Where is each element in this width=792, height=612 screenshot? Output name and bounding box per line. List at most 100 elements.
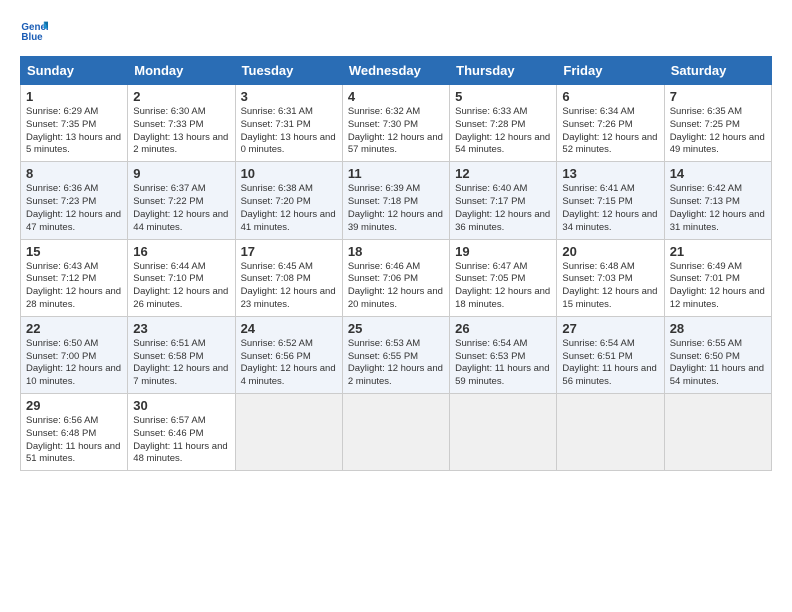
header-sunday: Sunday	[21, 57, 128, 85]
day-cell: 17 Sunrise: 6:45 AMSunset: 7:08 PMDaylig…	[235, 239, 342, 316]
day-info: Sunrise: 6:52 AMSunset: 6:56 PMDaylight:…	[241, 338, 336, 387]
header-friday: Friday	[557, 57, 664, 85]
day-cell: 22 Sunrise: 6:50 AMSunset: 7:00 PMDaylig…	[21, 316, 128, 393]
day-cell: 7 Sunrise: 6:35 AMSunset: 7:25 PMDayligh…	[664, 85, 771, 162]
day-info: Sunrise: 6:43 AMSunset: 7:12 PMDaylight:…	[26, 261, 121, 310]
day-number: 14	[670, 166, 766, 181]
day-info: Sunrise: 6:36 AMSunset: 7:23 PMDaylight:…	[26, 183, 121, 232]
day-number: 6	[562, 89, 658, 104]
day-cell	[235, 394, 342, 471]
day-info: Sunrise: 6:46 AMSunset: 7:06 PMDaylight:…	[348, 261, 443, 310]
header-monday: Monday	[128, 57, 235, 85]
header-tuesday: Tuesday	[235, 57, 342, 85]
logo: General Blue	[20, 16, 54, 44]
day-cell: 23 Sunrise: 6:51 AMSunset: 6:58 PMDaylig…	[128, 316, 235, 393]
day-cell: 13 Sunrise: 6:41 AMSunset: 7:15 PMDaylig…	[557, 162, 664, 239]
day-info: Sunrise: 6:35 AMSunset: 7:25 PMDaylight:…	[670, 106, 765, 155]
week-row-2: 8 Sunrise: 6:36 AMSunset: 7:23 PMDayligh…	[21, 162, 772, 239]
day-number: 25	[348, 321, 444, 336]
day-number: 26	[455, 321, 551, 336]
day-info: Sunrise: 6:31 AMSunset: 7:31 PMDaylight:…	[241, 106, 336, 155]
day-number: 29	[26, 398, 122, 413]
header-row: SundayMondayTuesdayWednesdayThursdayFrid…	[21, 57, 772, 85]
day-number: 30	[133, 398, 229, 413]
day-number: 22	[26, 321, 122, 336]
day-info: Sunrise: 6:34 AMSunset: 7:26 PMDaylight:…	[562, 106, 657, 155]
page-header: General Blue	[20, 16, 772, 44]
day-number: 19	[455, 244, 551, 259]
svg-text:Blue: Blue	[21, 32, 43, 43]
header-wednesday: Wednesday	[342, 57, 449, 85]
day-cell: 28 Sunrise: 6:55 AMSunset: 6:50 PMDaylig…	[664, 316, 771, 393]
day-number: 1	[26, 89, 122, 104]
day-info: Sunrise: 6:41 AMSunset: 7:15 PMDaylight:…	[562, 183, 657, 232]
day-info: Sunrise: 6:51 AMSunset: 6:58 PMDaylight:…	[133, 338, 228, 387]
day-number: 9	[133, 166, 229, 181]
day-info: Sunrise: 6:54 AMSunset: 6:53 PMDaylight:…	[455, 338, 549, 387]
week-row-1: 1 Sunrise: 6:29 AMSunset: 7:35 PMDayligh…	[21, 85, 772, 162]
day-info: Sunrise: 6:54 AMSunset: 6:51 PMDaylight:…	[562, 338, 656, 387]
day-info: Sunrise: 6:32 AMSunset: 7:30 PMDaylight:…	[348, 106, 443, 155]
day-cell: 16 Sunrise: 6:44 AMSunset: 7:10 PMDaylig…	[128, 239, 235, 316]
day-number: 20	[562, 244, 658, 259]
day-cell: 2 Sunrise: 6:30 AMSunset: 7:33 PMDayligh…	[128, 85, 235, 162]
day-info: Sunrise: 6:48 AMSunset: 7:03 PMDaylight:…	[562, 261, 657, 310]
day-cell: 25 Sunrise: 6:53 AMSunset: 6:55 PMDaylig…	[342, 316, 449, 393]
calendar-table: SundayMondayTuesdayWednesdayThursdayFrid…	[20, 56, 772, 471]
day-info: Sunrise: 6:40 AMSunset: 7:17 PMDaylight:…	[455, 183, 550, 232]
day-cell: 5 Sunrise: 6:33 AMSunset: 7:28 PMDayligh…	[450, 85, 557, 162]
day-cell	[557, 394, 664, 471]
week-row-5: 29 Sunrise: 6:56 AMSunset: 6:48 PMDaylig…	[21, 394, 772, 471]
logo-icon: General Blue	[20, 16, 48, 44]
day-cell: 27 Sunrise: 6:54 AMSunset: 6:51 PMDaylig…	[557, 316, 664, 393]
day-number: 15	[26, 244, 122, 259]
day-number: 13	[562, 166, 658, 181]
header-thursday: Thursday	[450, 57, 557, 85]
day-cell: 26 Sunrise: 6:54 AMSunset: 6:53 PMDaylig…	[450, 316, 557, 393]
day-number: 18	[348, 244, 444, 259]
day-info: Sunrise: 6:47 AMSunset: 7:05 PMDaylight:…	[455, 261, 550, 310]
day-number: 28	[670, 321, 766, 336]
day-info: Sunrise: 6:45 AMSunset: 7:08 PMDaylight:…	[241, 261, 336, 310]
day-cell: 15 Sunrise: 6:43 AMSunset: 7:12 PMDaylig…	[21, 239, 128, 316]
day-number: 16	[133, 244, 229, 259]
day-cell: 3 Sunrise: 6:31 AMSunset: 7:31 PMDayligh…	[235, 85, 342, 162]
day-info: Sunrise: 6:39 AMSunset: 7:18 PMDaylight:…	[348, 183, 443, 232]
day-info: Sunrise: 6:42 AMSunset: 7:13 PMDaylight:…	[670, 183, 765, 232]
day-cell: 30 Sunrise: 6:57 AMSunset: 6:46 PMDaylig…	[128, 394, 235, 471]
day-number: 27	[562, 321, 658, 336]
week-row-3: 15 Sunrise: 6:43 AMSunset: 7:12 PMDaylig…	[21, 239, 772, 316]
day-info: Sunrise: 6:50 AMSunset: 7:00 PMDaylight:…	[26, 338, 121, 387]
day-info: Sunrise: 6:29 AMSunset: 7:35 PMDaylight:…	[26, 106, 121, 155]
day-info: Sunrise: 6:37 AMSunset: 7:22 PMDaylight:…	[133, 183, 228, 232]
day-number: 4	[348, 89, 444, 104]
day-info: Sunrise: 6:49 AMSunset: 7:01 PMDaylight:…	[670, 261, 765, 310]
day-number: 2	[133, 89, 229, 104]
day-number: 5	[455, 89, 551, 104]
day-cell: 8 Sunrise: 6:36 AMSunset: 7:23 PMDayligh…	[21, 162, 128, 239]
day-info: Sunrise: 6:33 AMSunset: 7:28 PMDaylight:…	[455, 106, 550, 155]
day-cell: 20 Sunrise: 6:48 AMSunset: 7:03 PMDaylig…	[557, 239, 664, 316]
day-number: 3	[241, 89, 337, 104]
day-cell	[450, 394, 557, 471]
day-cell: 10 Sunrise: 6:38 AMSunset: 7:20 PMDaylig…	[235, 162, 342, 239]
day-cell: 11 Sunrise: 6:39 AMSunset: 7:18 PMDaylig…	[342, 162, 449, 239]
day-info: Sunrise: 6:38 AMSunset: 7:20 PMDaylight:…	[241, 183, 336, 232]
header-saturday: Saturday	[664, 57, 771, 85]
day-number: 10	[241, 166, 337, 181]
day-number: 11	[348, 166, 444, 181]
day-number: 7	[670, 89, 766, 104]
day-info: Sunrise: 6:30 AMSunset: 7:33 PMDaylight:…	[133, 106, 228, 155]
day-info: Sunrise: 6:56 AMSunset: 6:48 PMDaylight:…	[26, 415, 120, 464]
day-cell: 19 Sunrise: 6:47 AMSunset: 7:05 PMDaylig…	[450, 239, 557, 316]
day-info: Sunrise: 6:55 AMSunset: 6:50 PMDaylight:…	[670, 338, 764, 387]
day-info: Sunrise: 6:53 AMSunset: 6:55 PMDaylight:…	[348, 338, 443, 387]
day-cell: 24 Sunrise: 6:52 AMSunset: 6:56 PMDaylig…	[235, 316, 342, 393]
week-row-4: 22 Sunrise: 6:50 AMSunset: 7:00 PMDaylig…	[21, 316, 772, 393]
day-number: 23	[133, 321, 229, 336]
day-cell: 12 Sunrise: 6:40 AMSunset: 7:17 PMDaylig…	[450, 162, 557, 239]
day-cell: 29 Sunrise: 6:56 AMSunset: 6:48 PMDaylig…	[21, 394, 128, 471]
day-cell: 4 Sunrise: 6:32 AMSunset: 7:30 PMDayligh…	[342, 85, 449, 162]
day-number: 24	[241, 321, 337, 336]
day-number: 21	[670, 244, 766, 259]
